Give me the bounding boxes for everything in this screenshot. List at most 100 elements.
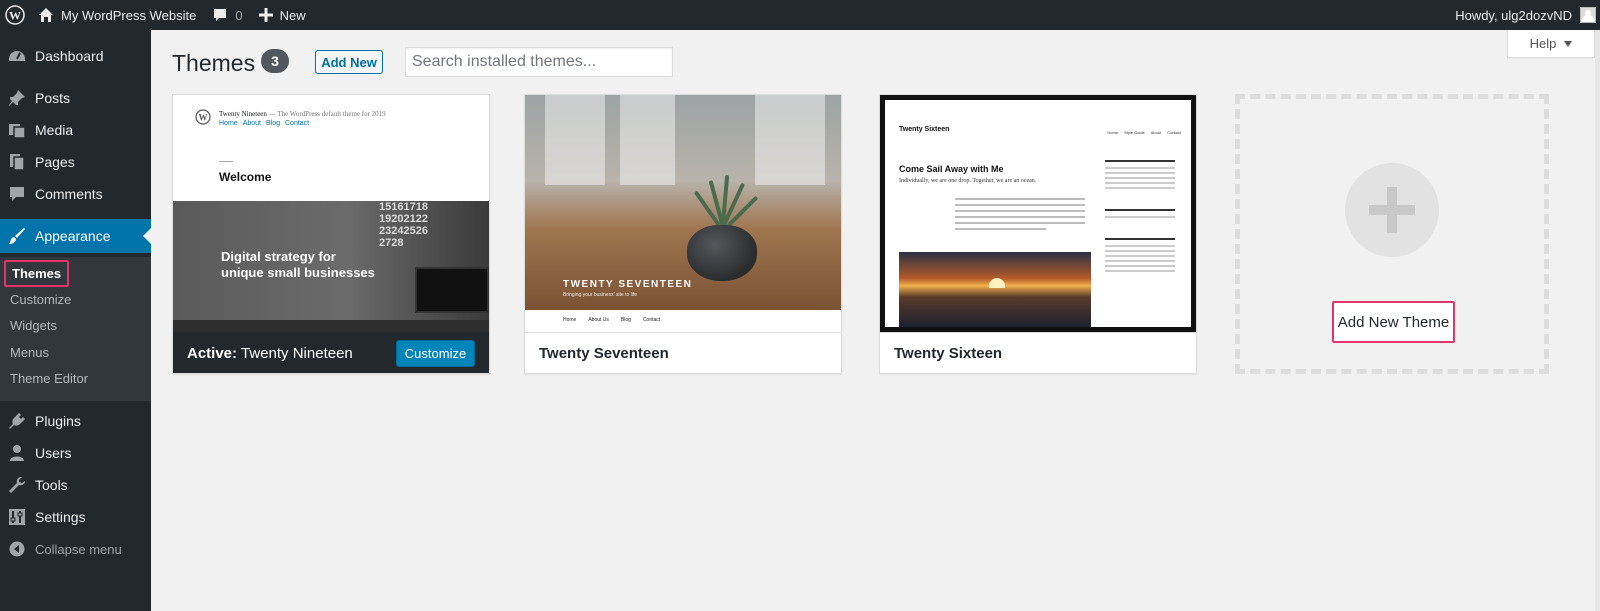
screenshot-title: TWENTY SEVENTEEN <box>563 279 693 290</box>
sidebar-item-label: Plugins <box>35 413 81 429</box>
pages-icon <box>8 153 26 171</box>
theme-screenshot[interactable]: W Twenty Nineteen — The WordPress defaul… <box>173 95 489 332</box>
divider <box>219 161 233 162</box>
new-label: New <box>279 7 306 23</box>
wrench-icon <box>8 476 26 494</box>
submenu-item-widgets[interactable]: Widgets <box>10 313 57 337</box>
theme-count-badge: 3 <box>261 49 289 73</box>
main-content: Help Themes 3 Add New W Twenty Nineteen … <box>151 30 1600 611</box>
triangle-down-icon <box>1564 40 1573 47</box>
screenshot-welcome: Welcome <box>219 170 272 184</box>
page-title: Themes <box>172 50 256 76</box>
settings-icon <box>8 508 26 526</box>
admin-sidebar: Dashboard Posts Media Pages Comments App… <box>0 30 151 611</box>
sidebar-item-label: Pages <box>35 154 75 170</box>
sidebar-item-label: Media <box>35 122 74 138</box>
comment-icon <box>8 185 26 203</box>
screenshot-page: TWENTY SEVENTEEN Bringing your business'… <box>525 95 841 332</box>
svg-text:W: W <box>199 113 208 123</box>
media-icon <box>8 121 26 139</box>
monitor-graphic <box>415 267 489 313</box>
collapse-arrow-icon <box>8 540 26 558</box>
sidebar-item-label: Posts <box>35 90 71 106</box>
sidebar-item-label: Appearance <box>35 228 111 244</box>
screenshot-hero: 15 16 17 18 19 20 21 22 23 24 25 26 27 28 Digital … <box>173 201 489 332</box>
sidebar-graphic <box>1105 160 1175 275</box>
screenshot-site-title: Twenty Sixteen <box>899 126 950 133</box>
sidebar-item-label: Tools <box>35 477 68 493</box>
screenshot-nav: Home About Blog Contact <box>219 120 310 127</box>
screenshot-subhead: Individually, we are one drop. Together,… <box>899 178 1037 184</box>
plant-photo: TWENTY SEVENTEEN Bringing your business'… <box>525 95 841 310</box>
sidebar-item-users[interactable]: Users <box>0 437 151 469</box>
greeting-label: Howdy, ulg2dozvND <box>1455 7 1572 23</box>
screenshot-nav: Home Style Guide About Contact <box>1107 130 1181 135</box>
active-theme-bar: Active: Twenty Nineteen Customize <box>173 332 489 373</box>
sidebar-item-label: Settings <box>35 509 86 525</box>
desk-graphic <box>173 320 489 332</box>
theme-card-twenty-seventeen[interactable]: TWENTY SEVENTEEN Bringing your business'… <box>524 94 842 374</box>
text-lines-graphic <box>955 198 1085 234</box>
add-new-theme-label[interactable]: Add New Theme <box>1332 301 1455 343</box>
customize-button[interactable]: Customize <box>396 340 475 367</box>
appearance-submenu: Themes Customize Widgets Menus Theme Edi… <box>0 257 151 401</box>
sidebar-item-label: Users <box>35 445 72 461</box>
sidebar-item-dashboard[interactable]: Dashboard <box>0 40 151 72</box>
sidebar-item-tools[interactable]: Tools <box>0 469 151 501</box>
site-name-link[interactable]: My WordPress Website <box>30 0 204 30</box>
theme-name: Twenty Nineteen <box>241 344 353 362</box>
screenshot-site-title: Twenty Nineteen — The WordPress default … <box>219 110 386 118</box>
pin-icon <box>8 89 26 107</box>
svg-text:W: W <box>9 9 21 23</box>
sidebar-item-comments[interactable]: Comments <box>0 178 151 210</box>
sidebar-item-appearance[interactable]: Appearance <box>0 219 151 253</box>
sidebar-item-settings[interactable]: Settings <box>0 501 151 533</box>
paintbrush-icon <box>8 227 26 245</box>
submenu-item-theme-editor[interactable]: Theme Editor <box>10 366 88 390</box>
my-account-link[interactable]: Howdy, ulg2dozvND <box>1455 0 1600 30</box>
sidebar-item-label: Dashboard <box>35 48 104 64</box>
wordpress-logo-icon: W <box>195 109 211 130</box>
plus-icon <box>258 8 280 22</box>
sidebar-item-media[interactable]: Media <box>0 114 151 146</box>
active-prefix: Active: <box>187 344 238 362</box>
help-tab-button[interactable]: Help <box>1507 30 1595 58</box>
pot-graphic <box>687 225 757 281</box>
sidebar-item-posts[interactable]: Posts <box>0 82 151 114</box>
admin-bar: W My WordPress Website 0 New Howdy, ulg2… <box>0 0 1600 30</box>
wordpress-logo-icon[interactable]: W <box>0 0 30 30</box>
plugin-icon <box>8 412 26 430</box>
theme-card-twenty-sixteen[interactable]: Twenty Sixteen Home Style Guide About Conta… <box>879 94 1197 374</box>
submenu-item-menus[interactable]: Menus <box>10 340 49 364</box>
search-themes-input[interactable] <box>405 47 673 77</box>
screenshot-headline: Come Sail Away with Me <box>899 164 1004 174</box>
sidebar-item-pages[interactable]: Pages <box>0 146 151 178</box>
site-name-label: My WordPress Website <box>61 7 197 23</box>
add-new-theme-card[interactable]: Add New Theme <box>1235 94 1549 374</box>
dashboard-icon <box>8 47 26 65</box>
screenshot-page: Twenty Sixteen Home Style Guide About Conta… <box>885 100 1191 327</box>
new-content-link[interactable]: New <box>251 0 314 30</box>
theme-screenshot[interactable]: Twenty Sixteen Home Style Guide About Conta… <box>880 95 1196 332</box>
avatar <box>1580 7 1596 23</box>
help-label: Help <box>1529 36 1557 51</box>
sidebar-item-plugins[interactable]: Plugins <box>0 405 151 437</box>
sunset-photo <box>899 252 1091 327</box>
theme-card-twenty-nineteen[interactable]: W Twenty Nineteen — The WordPress defaul… <box>172 94 490 374</box>
theme-name: Twenty Sixteen <box>880 332 1196 373</box>
plus-icon <box>1345 163 1439 257</box>
submenu-item-themes[interactable]: Themes <box>4 260 70 287</box>
home-icon <box>38 7 61 23</box>
scrollbar[interactable] <box>1595 30 1600 611</box>
submenu-item-customize[interactable]: Customize <box>10 287 71 311</box>
add-new-button[interactable]: Add New <box>315 50 383 74</box>
collapse-menu-button[interactable]: Collapse menu <box>0 533 151 565</box>
sidebar-item-label: Comments <box>35 186 103 202</box>
comments-link[interactable]: 0 <box>204 0 250 30</box>
collapse-menu-label: Collapse menu <box>35 541 122 557</box>
screenshot-tagline: Bringing your business' site to life <box>563 292 638 298</box>
comment-bubble-icon <box>212 7 235 23</box>
comment-count: 0 <box>235 7 243 23</box>
theme-screenshot[interactable]: TWENTY SEVENTEEN Bringing your business'… <box>525 95 841 332</box>
screenshot-frame: Twenty Sixteen Home Style Guide About Conta… <box>880 95 1196 332</box>
